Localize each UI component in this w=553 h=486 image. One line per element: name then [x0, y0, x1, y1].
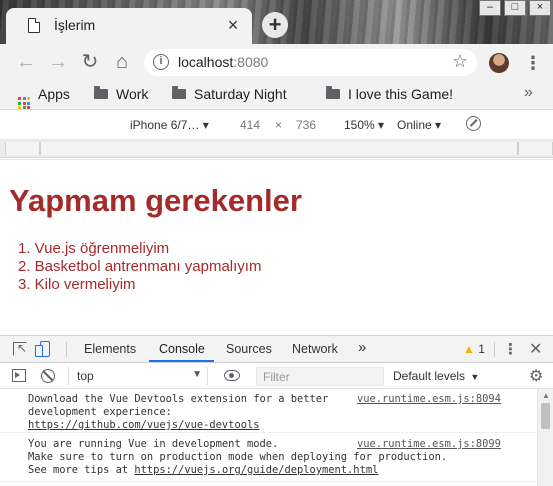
context-value: top: [77, 369, 94, 383]
console-source-link[interactable]: vue.runtime.esm.js:8094: [357, 393, 501, 405]
bookmarks-bar: Apps Work Saturday Night I love this Gam…: [0, 80, 553, 110]
folder-icon: [94, 86, 108, 99]
tab-console[interactable]: Console: [159, 342, 205, 356]
console-text: See more tips at: [28, 464, 135, 476]
chevron-down-icon: ▼: [192, 369, 202, 380]
bookmark-label: I love this Game!: [348, 86, 454, 102]
ruler-segment[interactable]: [518, 142, 553, 155]
console-output: Download the Vue Devtools extension for …: [0, 389, 537, 486]
console-scrollbar[interactable]: ▲: [537, 389, 553, 486]
log-levels-select[interactable]: Default levels ▼: [393, 369, 479, 383]
device-height-input[interactable]: 736: [296, 118, 316, 132]
bookmark-label: Apps: [38, 86, 70, 102]
ruler-segment[interactable]: [40, 142, 518, 155]
tab-title: İşlerim: [54, 17, 96, 33]
warning-icon: ▲: [463, 342, 475, 356]
warnings-counter[interactable]: ▲ 1: [463, 342, 485, 356]
bookmark-label: Work: [116, 86, 149, 102]
folder-icon: [326, 86, 340, 99]
console-message: Download the Vue Devtools extension for …: [0, 393, 537, 433]
scroll-up-icon[interactable]: ▲: [542, 391, 550, 400]
console-filter-input[interactable]: Filter: [256, 367, 384, 386]
profile-avatar[interactable]: [489, 53, 509, 73]
device-select[interactable]: iPhone 6/7… ▾: [130, 118, 209, 132]
tab-sources[interactable]: Sources: [226, 342, 272, 356]
divider: [66, 342, 67, 357]
devtools-panel: Elements Console Sources Network » ▲ 1 ⋮…: [0, 335, 553, 486]
device-width-input[interactable]: 414: [240, 118, 260, 132]
console-text: Make sure to turn on production mode whe…: [28, 451, 448, 463]
console-sidebar-icon[interactable]: [12, 369, 26, 382]
url-text[interactable]: localhost:8080: [178, 54, 268, 70]
bookmark-work[interactable]: Work: [94, 86, 148, 104]
log-levels-label: Default levels: [393, 369, 466, 383]
browser-toolbar: ← → ↻ ⌂ i localhost:8080 ☆ ⋮: [0, 44, 553, 80]
page-title: Yapmam gerekenler: [9, 183, 302, 218]
tab-elements[interactable]: Elements: [84, 342, 136, 356]
new-tab-button[interactable]: +: [262, 12, 288, 38]
minimize-button[interactable]: –: [479, 0, 501, 16]
more-bookmarks-icon[interactable]: »: [524, 84, 533, 102]
network-throttle-select[interactable]: Online ▾: [397, 118, 441, 132]
bookmark-i-love-this-game[interactable]: I love this Game!: [326, 86, 453, 104]
inspect-element-icon[interactable]: [13, 341, 27, 356]
devtools-menu-icon[interactable]: ⋮: [503, 340, 518, 358]
console-text-with-link: See more tips at https://vuejs.org/guide…: [28, 464, 378, 476]
forward-icon[interactable]: →: [46, 50, 70, 74]
clear-console-icon[interactable]: [41, 369, 55, 383]
live-expression-eye-icon[interactable]: [224, 370, 240, 381]
ruler-segment[interactable]: [5, 142, 40, 155]
devtools-close-icon[interactable]: ✕: [529, 339, 542, 359]
divider: [494, 342, 495, 357]
rotate-icon[interactable]: [466, 116, 481, 131]
console-link[interactable]: https://github.com/vuejs/vue-devtools: [28, 419, 259, 431]
chevron-down-icon: ▼: [470, 372, 480, 382]
console-link-wrap: https://github.com/vuejs/vue-devtools: [28, 419, 259, 431]
console-text: development experience:: [28, 406, 172, 418]
browser-menu-icon[interactable]: ⋮: [524, 52, 542, 74]
folder-icon: [172, 86, 186, 99]
bookmark-apps[interactable]: Apps: [18, 86, 70, 109]
url-port: :8080: [233, 54, 269, 70]
active-tab-indicator: [149, 360, 214, 362]
context-select[interactable]: top ▼: [68, 367, 208, 385]
list-item: 1. Vue.js öğrenmeliyim: [18, 240, 170, 257]
device-toolbar: iPhone 6/7… ▾ 414 × 736 150% ▾ Online ▾: [0, 110, 553, 140]
dimension-separator: ×: [275, 118, 283, 132]
devtools-tab-bar: Elements Console Sources Network » ▲ 1 ⋮…: [0, 336, 553, 363]
home-icon[interactable]: ⌂: [110, 50, 134, 74]
reload-icon[interactable]: ↻: [78, 50, 102, 74]
console-settings-gear-icon[interactable]: ⚙: [529, 366, 543, 386]
bookmark-label: Saturday Night: [194, 86, 287, 102]
address-bar[interactable]: i localhost:8080 ☆: [144, 49, 477, 76]
console-message: You are running Vue in development mode.…: [0, 438, 537, 482]
console-link[interactable]: https://vuejs.org/guide/deployment.html: [134, 464, 378, 476]
page-viewport: Yapmam gerekenler 1. Vue.js öğrenmeliyim…: [0, 159, 553, 335]
media-query-ruler[interactable]: [0, 140, 553, 158]
bookmark-saturday-night[interactable]: Saturday Night: [172, 86, 287, 104]
maximize-button[interactable]: □: [504, 0, 526, 16]
scrollbar-thumb[interactable]: [541, 403, 550, 429]
back-icon[interactable]: ←: [14, 50, 38, 74]
console-toolbar: top ▼ Filter Default levels ▼ ⚙: [0, 363, 553, 389]
apps-grid-icon: [18, 97, 30, 109]
warning-count: 1: [478, 342, 485, 356]
site-info-icon[interactable]: i: [153, 54, 169, 70]
window-close-button[interactable]: ×: [529, 0, 551, 16]
console-source-link[interactable]: vue.runtime.esm.js:8099: [357, 438, 501, 450]
list-item: 3. Kilo vermeliyim: [18, 276, 136, 293]
tab-close-icon[interactable]: ×: [224, 16, 242, 34]
tab-network[interactable]: Network: [292, 342, 338, 356]
browser-tab[interactable]: İşlerim ×: [6, 8, 252, 44]
console-text: Download the Vue Devtools extension for …: [28, 393, 329, 405]
more-tabs-icon[interactable]: »: [358, 339, 366, 356]
url-host: localhost: [178, 54, 234, 70]
bookmark-star-icon[interactable]: ☆: [452, 51, 468, 72]
list-item: 2. Basketbol antrenmanı yapmalıyım: [18, 258, 262, 275]
device-toggle-icon[interactable]: [35, 341, 50, 357]
console-text: You are running Vue in development mode.: [28, 438, 279, 450]
page-icon: [28, 18, 40, 33]
todo-list: 1. Vue.js öğrenmeliyim 2. Basketbol antr…: [18, 240, 261, 294]
zoom-select[interactable]: 150% ▾: [344, 118, 384, 132]
